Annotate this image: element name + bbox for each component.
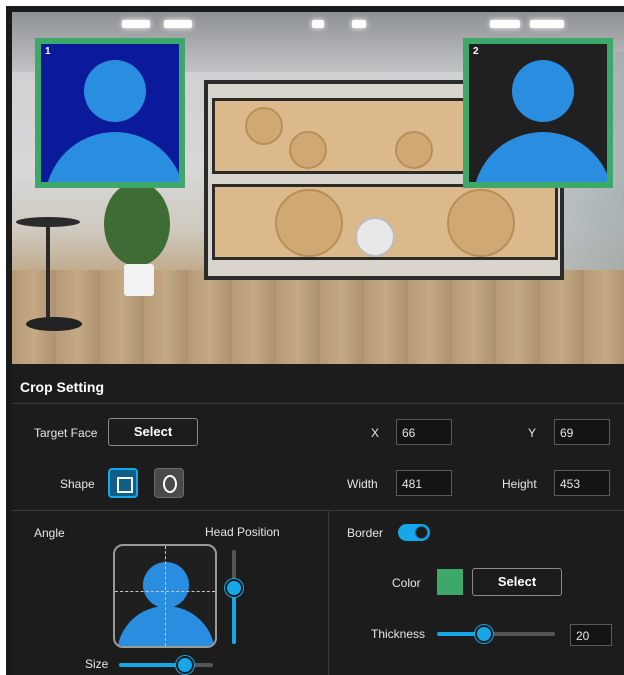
- camera-preview: 1 2: [12, 12, 624, 364]
- person-head-icon: [143, 562, 189, 608]
- width-input[interactable]: 481: [396, 470, 452, 496]
- face-number: 2: [473, 46, 479, 57]
- person-body-icon: [117, 606, 215, 646]
- ceiling-light: [352, 20, 366, 28]
- face-box-1[interactable]: 1: [35, 38, 185, 188]
- shelf-decoration: [355, 217, 395, 257]
- crop-setting-panel: Crop Setting Target Face Select X 66 Y 6…: [12, 364, 624, 675]
- target-face-select-button[interactable]: Select: [108, 418, 198, 446]
- divider: [12, 510, 624, 511]
- divider-vertical: [328, 510, 329, 675]
- guide-line-vertical: [165, 546, 166, 646]
- height-input[interactable]: 453: [554, 470, 610, 496]
- plant-pot: [124, 264, 154, 296]
- ceiling-light: [490, 20, 520, 28]
- floor: [12, 270, 624, 364]
- x-input[interactable]: 66: [396, 419, 452, 445]
- border-label: Border: [347, 526, 384, 540]
- plant: [104, 182, 170, 266]
- shape-label: Shape: [60, 477, 95, 491]
- app-window: 1 2 Crop Setting Target Face Select X 66…: [6, 6, 624, 675]
- toggle-knob: [415, 526, 428, 539]
- ceiling-light: [164, 20, 192, 28]
- thickness-slider-thumb[interactable]: [475, 625, 494, 643]
- shelf-row-bottom: [212, 184, 558, 260]
- border-toggle[interactable]: [398, 524, 430, 541]
- person-head-icon: [512, 60, 574, 122]
- color-label: Color: [392, 576, 421, 590]
- thickness-input[interactable]: 20: [570, 624, 612, 646]
- size-slider[interactable]: [119, 663, 213, 667]
- width-label: Width: [347, 477, 378, 491]
- thickness-slider[interactable]: [437, 632, 555, 636]
- panel-title: Crop Setting: [20, 379, 104, 395]
- head-position-label: Head Position: [205, 525, 280, 539]
- shelf-decoration: [289, 131, 327, 169]
- face-number: 1: [45, 46, 51, 57]
- y-input[interactable]: 69: [554, 419, 610, 445]
- shelf-decoration: [447, 189, 515, 257]
- ceiling-light: [312, 20, 324, 28]
- person-body-icon: [473, 132, 607, 182]
- thickness-label: Thickness: [371, 627, 426, 641]
- table-leg: [46, 224, 50, 324]
- table-base: [26, 317, 82, 331]
- shape-circle-button[interactable]: [154, 468, 184, 498]
- person-head-icon: [84, 60, 146, 122]
- shelf-decoration: [395, 131, 433, 169]
- person-body-icon: [45, 132, 179, 182]
- border-color-swatch[interactable]: [437, 569, 463, 595]
- y-label: Y: [528, 426, 537, 440]
- x-label: X: [371, 426, 380, 440]
- shelf-decoration: [245, 107, 283, 145]
- head-position-slider-thumb[interactable]: [225, 578, 243, 597]
- height-label: Height: [502, 477, 537, 491]
- guide-line-horizontal: [115, 591, 215, 592]
- border-color-select-button[interactable]: Select: [472, 568, 562, 596]
- size-slider-fill: [119, 663, 185, 667]
- shelf-decoration: [275, 189, 343, 257]
- target-face-label: Target Face: [34, 426, 98, 440]
- ceiling-light: [122, 20, 150, 28]
- ceiling-light: [530, 20, 564, 28]
- shape-square-button[interactable]: [108, 468, 138, 498]
- face-box-2[interactable]: 2: [463, 38, 613, 188]
- size-label: Size: [85, 657, 109, 671]
- head-position-slider[interactable]: [232, 550, 236, 644]
- square-icon: [117, 477, 133, 493]
- angle-preview[interactable]: [113, 544, 217, 648]
- circle-icon: [163, 475, 177, 493]
- divider: [12, 403, 624, 404]
- size-slider-thumb[interactable]: [175, 656, 194, 674]
- angle-label: Angle: [34, 526, 65, 540]
